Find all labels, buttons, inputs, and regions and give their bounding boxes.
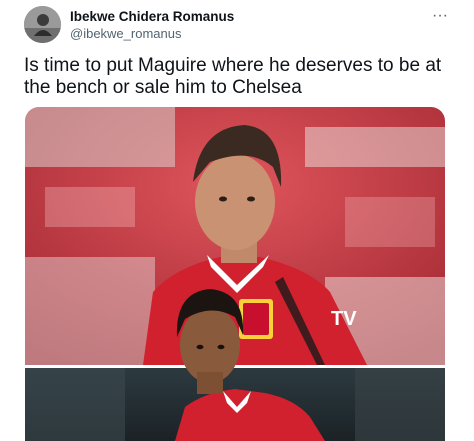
media-photo: TV	[25, 107, 445, 441]
tweet-card: Ibekwe Chidera Romanus @ibekwe_romanus ·…	[0, 0, 474, 441]
tweet-media[interactable]: TV	[25, 107, 445, 441]
author-avatar[interactable]	[24, 6, 61, 43]
more-options-icon[interactable]: ···	[428, 8, 452, 24]
tweet-text: Is time to put Maguire where he deserves…	[24, 55, 442, 98]
avatar-image	[24, 6, 61, 43]
svg-text:TV: TV	[331, 308, 357, 330]
author-handle[interactable]: @ibekwe_romanus	[70, 26, 181, 41]
author-display-name[interactable]: Ibekwe Chidera Romanus	[70, 9, 234, 24]
